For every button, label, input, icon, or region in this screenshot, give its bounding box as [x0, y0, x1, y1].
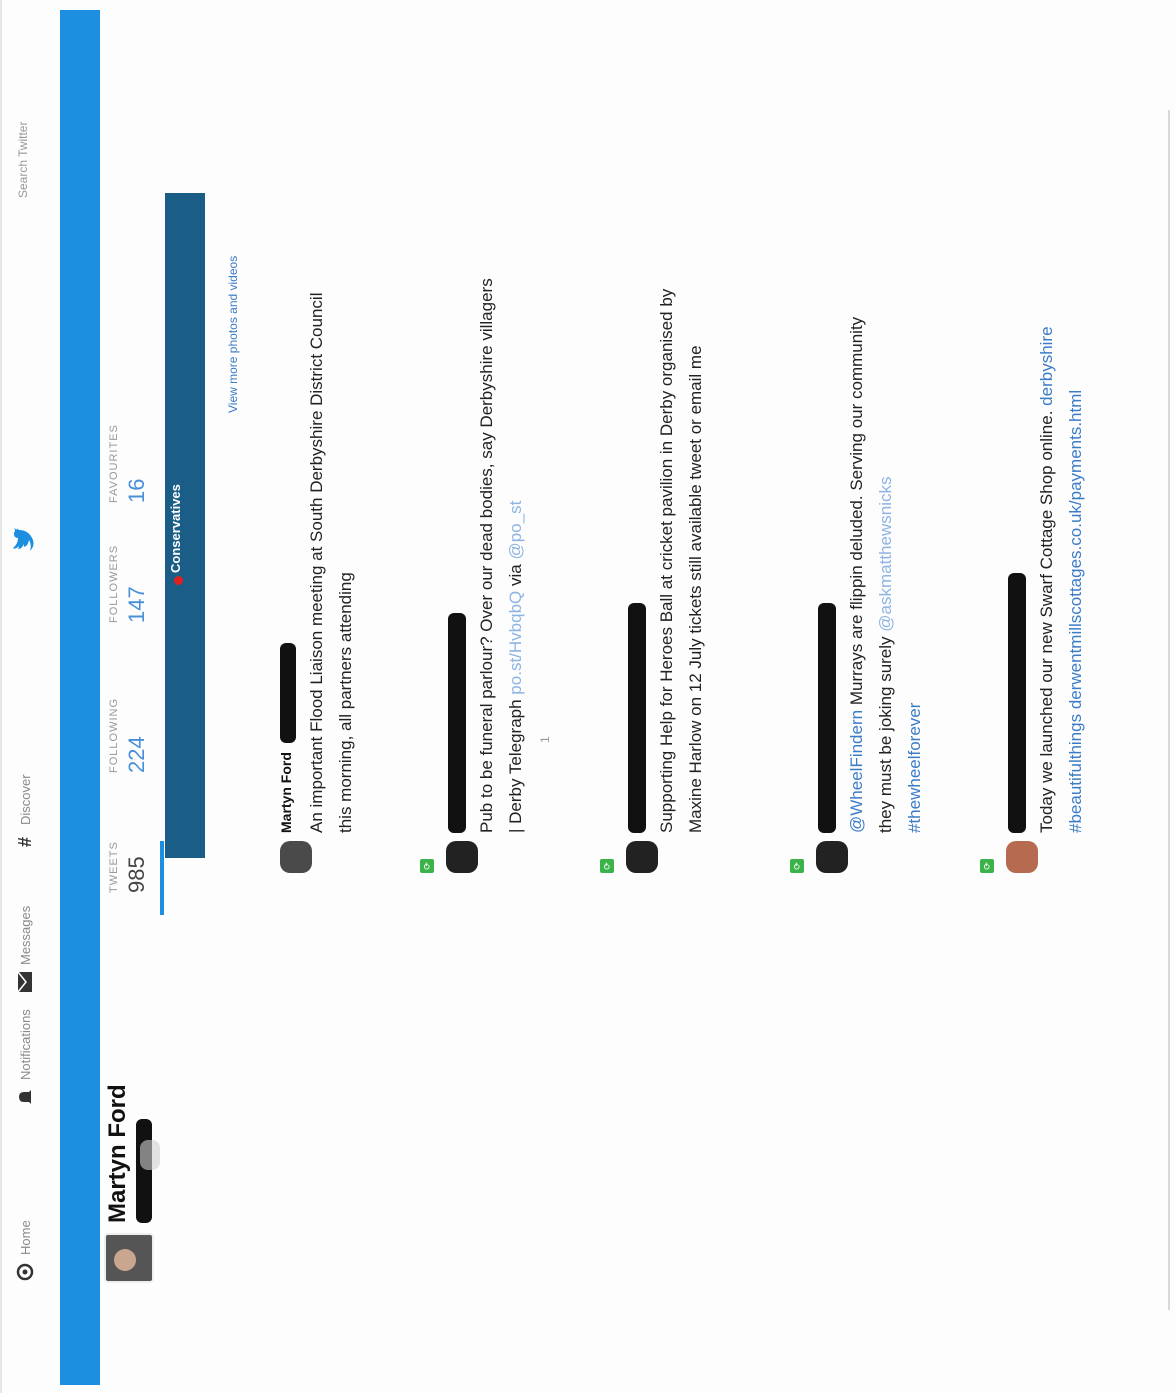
- author-redacted: [818, 603, 836, 833]
- avatar[interactable]: [104, 1233, 154, 1283]
- handle-redacted: [280, 643, 296, 743]
- nav-discover[interactable]: # Discover: [14, 774, 36, 853]
- stat-value: 147: [124, 586, 149, 623]
- tweet-count: 1: [538, 736, 552, 743]
- tweet-line-text: Pub to be funeral parlour? Over our dead…: [477, 278, 496, 833]
- envelope-icon: [14, 971, 36, 993]
- stat-value: 224: [124, 736, 149, 773]
- stat-value: 16: [124, 478, 149, 503]
- stat-label: FAVOURITES: [108, 424, 120, 503]
- home-icon: [14, 1261, 36, 1283]
- hashtag-link[interactable]: #thewheelforever: [905, 703, 924, 833]
- nav-messages-label: Messages: [17, 905, 33, 965]
- author-redacted: [628, 603, 646, 833]
- stat-tweets[interactable]: TWEETS 985: [108, 841, 150, 893]
- tweet-line: #beautifulthings derwentmillscottages.co…: [1061, 13, 1090, 833]
- stat-following[interactable]: FOLLOWING 224: [108, 698, 150, 773]
- avatar[interactable]: [446, 841, 478, 873]
- retweet-icon: ⟳: [600, 859, 614, 873]
- tweet-line: Supporting Help for Heroes Ball at crick…: [657, 288, 676, 833]
- retweet-context: ⟳: [790, 859, 804, 873]
- tweet-text: Today we launched our new Swarf Cottage …: [1032, 13, 1090, 833]
- tweet-text: An important Flood Liaison meeting at So…: [302, 13, 360, 833]
- stat-label: FOLLOWING: [108, 697, 120, 773]
- view-more-media-link[interactable]: View more photos and videos: [226, 256, 240, 413]
- retweet-context: ⟳: [600, 859, 614, 873]
- tweet-line: | Derby Telegraph po.st/HvbqbQ via @po_s…: [501, 13, 530, 833]
- mention-link[interactable]: @WheelFindern: [847, 710, 866, 833]
- author-redacted: [1008, 573, 1026, 833]
- avatar[interactable]: [1006, 841, 1038, 873]
- scan-artifact: [140, 1140, 160, 1170]
- nav-discover-label: Discover: [17, 774, 33, 825]
- header-band: [60, 10, 100, 1385]
- cover-label: Conservatives: [168, 484, 183, 573]
- tweet-line: @WheelFindern Murrays are flippin delude…: [842, 13, 871, 833]
- stat-followers[interactable]: FOLLOWERS 147: [108, 545, 150, 623]
- conservatives-logo-icon: [174, 576, 183, 585]
- top-navigation: Home Notifications Messages # Discover S…: [0, 0, 56, 1393]
- tweet-line: #thewheelforever: [900, 13, 929, 833]
- nav-home-label: Home: [17, 1220, 33, 1255]
- hashtag-icon: #: [14, 837, 35, 848]
- tweet-author[interactable]: Martyn Ford: [278, 752, 294, 833]
- author-redacted: [448, 613, 466, 833]
- search-input[interactable]: Search Twitter: [16, 122, 30, 198]
- tweet-link[interactable]: po.st/HvbqbQ: [506, 591, 525, 695]
- tweet-line: Maxine Harlow on 12 July tickets still a…: [686, 345, 705, 833]
- nav-messages[interactable]: Messages: [14, 906, 36, 993]
- tweet-text: @WheelFindern Murrays are flippin delude…: [842, 13, 929, 833]
- retweet-icon: ⟳: [420, 859, 434, 873]
- avatar[interactable]: [816, 841, 848, 873]
- stat-label: FOLLOWERS: [108, 544, 120, 623]
- tweet-text: Supporting Help for Heroes Ball at crick…: [652, 13, 710, 833]
- profile-handle-redacted: [136, 1119, 152, 1223]
- tweet-line-text: they must be joking surely: [876, 636, 895, 833]
- stat-value: 985: [124, 856, 149, 893]
- tweet-line-text: | Derby Telegraph: [506, 699, 525, 833]
- twitter-bird-icon: [13, 528, 34, 551]
- avatar[interactable]: [280, 841, 312, 873]
- via-handle-link[interactable]: @po_st: [506, 501, 525, 560]
- tweet-line: An important Flood Liaison meeting at So…: [307, 292, 326, 833]
- via-label: via: [506, 564, 525, 586]
- stat-favourites[interactable]: FAVOURITES 16: [108, 424, 150, 503]
- active-stat-indicator: [160, 841, 164, 915]
- nav-home[interactable]: Home: [14, 1220, 36, 1283]
- tweet-line-text: Today we launched our new Swarf Cottage …: [1037, 410, 1056, 833]
- retweet-icon: ⟳: [980, 859, 994, 873]
- retweet-context: ⟳: [420, 859, 434, 873]
- tweet-line-text: Murrays are flippin deluded. Serving our…: [847, 316, 866, 706]
- mention-link[interactable]: @askmatthewsnicks: [876, 477, 895, 632]
- tweet-line: Today we launched our new Swarf Cottage …: [1032, 13, 1061, 833]
- hashtag-link[interactable]: derbyshire: [1037, 326, 1056, 405]
- avatar[interactable]: [626, 841, 658, 873]
- tweet-text: Pub to be funeral parlour? Over our dead…: [472, 13, 530, 833]
- stat-label: TWEETS: [108, 841, 120, 893]
- bell-icon: [14, 1086, 36, 1108]
- tweet-line: they must be joking surely @askmatthewsn…: [871, 13, 900, 833]
- tweet-link[interactable]: #beautifulthings derwentmillscottages.co…: [1066, 390, 1085, 833]
- tweet-line: Pub to be funeral parlour? Over our dead…: [472, 13, 501, 833]
- rotated-page: Home Notifications Messages # Discover S…: [0, 0, 1175, 1393]
- tweet-line: this morning, all partners attending: [336, 572, 355, 833]
- nav-notifications[interactable]: Notifications: [14, 1009, 36, 1108]
- profile-name: Martyn Ford: [104, 1084, 131, 1223]
- retweet-context: ⟳: [980, 859, 994, 873]
- retweet-icon: ⟳: [790, 859, 804, 873]
- nav-notifications-label: Notifications: [17, 1009, 33, 1080]
